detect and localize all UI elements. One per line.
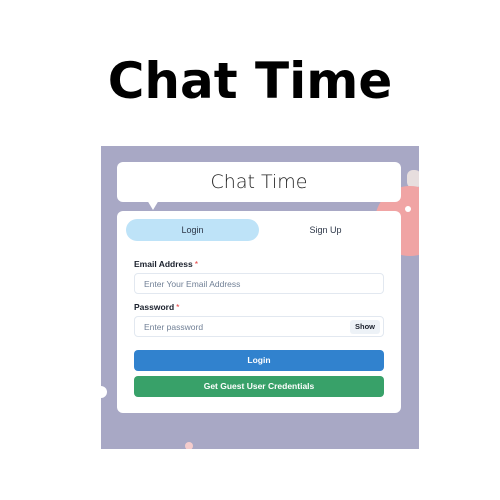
decorative-dot	[185, 442, 193, 449]
password-label-text: Password	[134, 302, 175, 312]
app-title: Chat Time	[210, 171, 308, 193]
decorative-notch	[101, 386, 107, 398]
required-marker: *	[176, 302, 180, 312]
auth-card: Login Sign Up Email Address* Password* S…	[117, 211, 401, 413]
app-screenshot: Chat Time Login Sign Up Email Address* P…	[101, 146, 419, 449]
auth-tabs: Login Sign Up	[126, 219, 392, 241]
page-title: Chat Time	[107, 52, 393, 110]
email-label-text: Email Address	[134, 259, 193, 269]
email-input[interactable]	[134, 273, 384, 294]
password-label: Password *	[134, 302, 179, 312]
app-header: Chat Time	[117, 162, 401, 210]
login-button[interactable]: Login	[134, 350, 384, 371]
decorative-dot	[405, 206, 411, 212]
show-password-button[interactable]: Show	[350, 320, 380, 334]
tab-signup[interactable]: Sign Up	[259, 219, 392, 241]
email-label: Email Address *	[134, 259, 198, 269]
password-input[interactable]	[134, 316, 384, 337]
required-marker: *	[194, 259, 199, 269]
tab-login[interactable]: Login	[126, 219, 259, 241]
guest-credentials-button[interactable]: Get Guest User Credentials	[134, 376, 384, 397]
